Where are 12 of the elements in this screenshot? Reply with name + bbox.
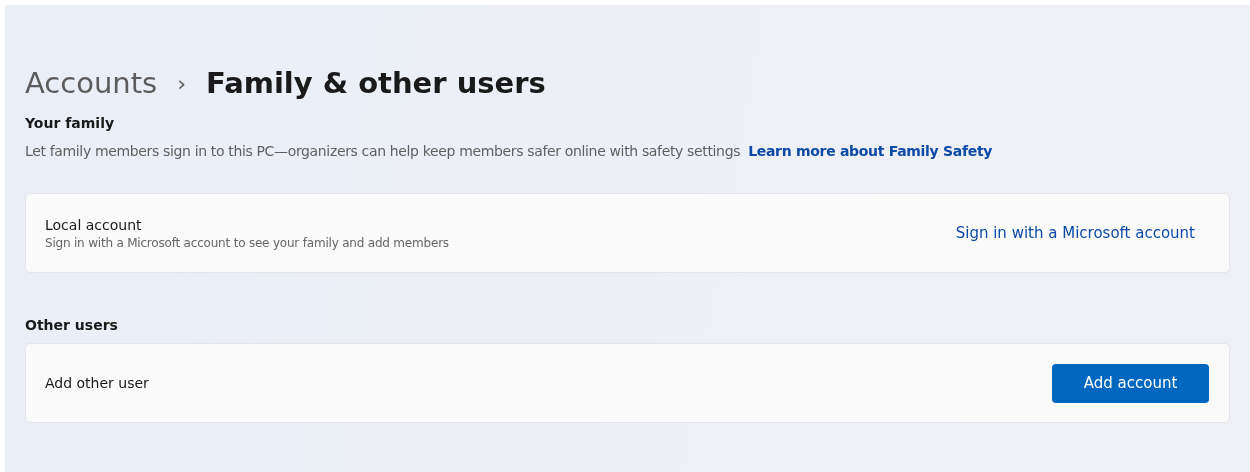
family-safety-link[interactable]: Learn more about Family Safety bbox=[748, 143, 993, 159]
page-title: Family & other users bbox=[206, 66, 546, 100]
card-title: Add other user bbox=[45, 375, 149, 391]
card-title: Local account bbox=[45, 216, 143, 233]
section-description: Let family members sign in to this PC—organizers can help keep members safer online with safety settings bbox=[25, 143, 741, 159]
sign-in-link[interactable]: Sign in with a Microsoft account bbox=[955, 224, 1195, 242]
breadcrumb-parent[interactable]: Accounts bbox=[25, 66, 158, 100]
card-subtitle: Sign in with a Microsoft account to see your family and add members bbox=[45, 235, 449, 250]
breadcrumb-separator: › bbox=[177, 70, 186, 96]
add-account-button[interactable]: Add account bbox=[1052, 363, 1209, 403]
section-heading: Your family bbox=[25, 115, 116, 131]
section-heading: Other users bbox=[25, 317, 119, 333]
